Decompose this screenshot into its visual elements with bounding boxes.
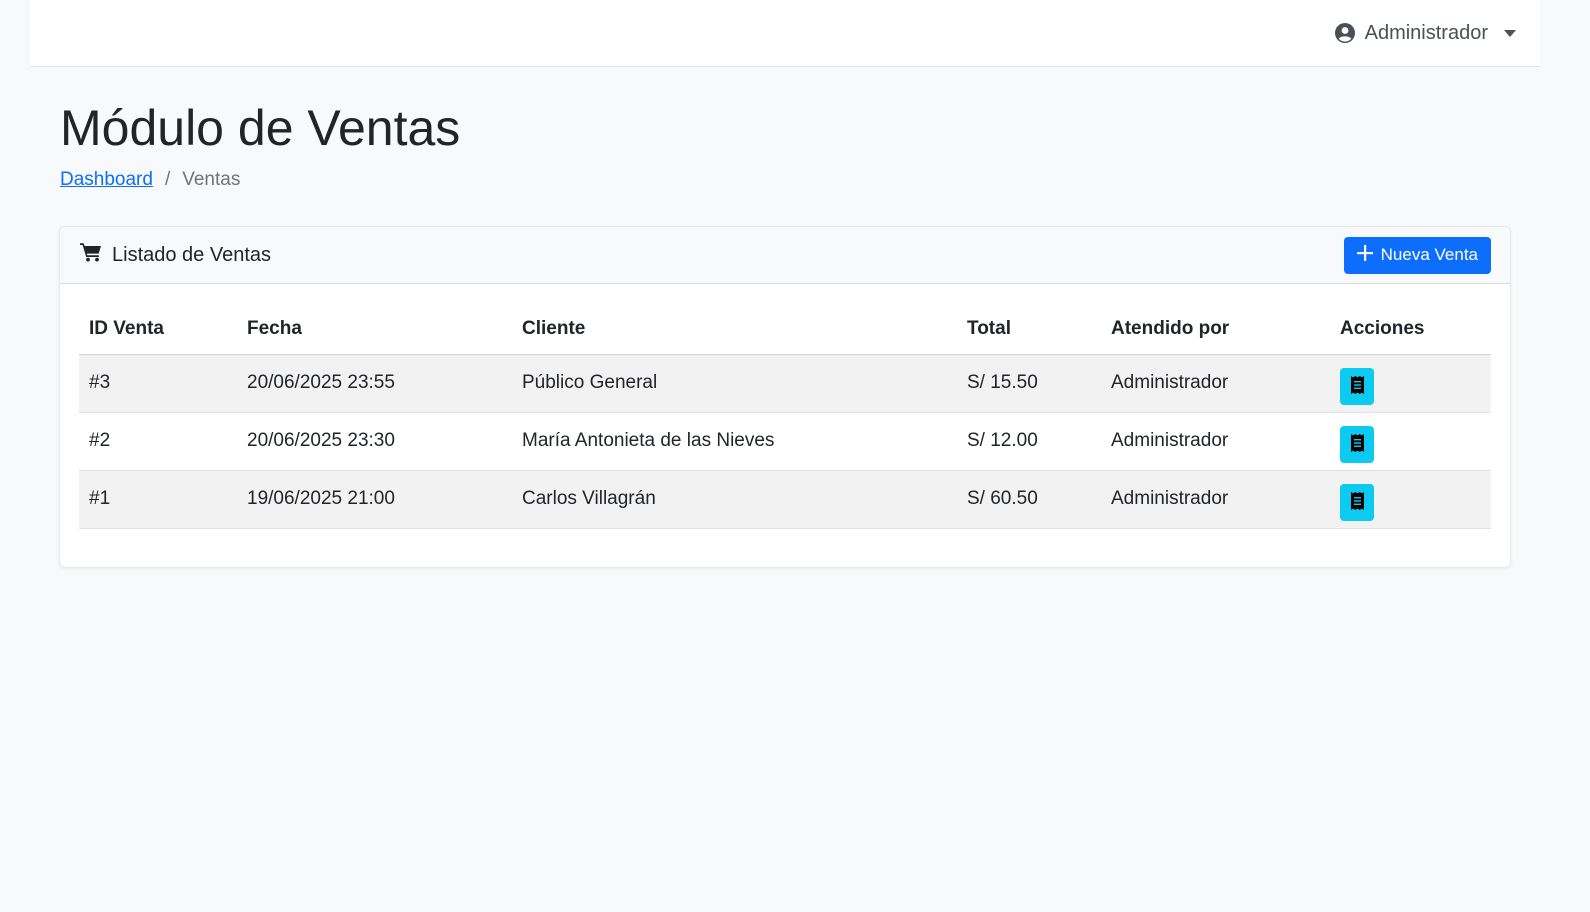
cell-atendido: Administrador xyxy=(1101,470,1330,529)
new-sale-label: Nueva Venta xyxy=(1380,245,1478,264)
cell-cliente: María Antonieta de las Nieves xyxy=(512,412,957,471)
column-header-fecha: Fecha xyxy=(237,304,512,355)
card-header: Listado de Ventas Nueva Venta xyxy=(60,227,1510,284)
table-row: #2 20/06/2025 23:30 María Antonieta de l… xyxy=(79,412,1491,471)
card-title-text: Listado de Ventas xyxy=(112,243,272,266)
user-menu-dropdown[interactable]: Administrador xyxy=(1334,20,1516,46)
column-header-acciones: Acciones xyxy=(1330,304,1491,355)
user-circle-icon xyxy=(1334,23,1355,43)
top-navbar: Administrador xyxy=(30,0,1540,67)
cell-total: S/ 12.00 xyxy=(957,412,1101,471)
receipt-icon xyxy=(1350,491,1364,513)
view-receipt-button[interactable] xyxy=(1340,367,1374,405)
column-header-id: ID Venta xyxy=(79,304,237,355)
cell-fecha: 20/06/2025 23:30 xyxy=(237,412,512,471)
cell-acciones xyxy=(1330,412,1491,471)
column-header-total: Total xyxy=(957,304,1101,355)
breadcrumb-separator: / xyxy=(164,169,171,190)
caret-down-icon xyxy=(1504,29,1516,37)
view-receipt-button[interactable] xyxy=(1340,483,1374,521)
breadcrumb-current: Ventas xyxy=(182,169,241,190)
column-header-atendido: Atendido por xyxy=(1101,304,1330,355)
cell-id: #1 xyxy=(79,470,237,529)
breadcrumb-dashboard-link[interactable]: Dashboard xyxy=(60,169,153,191)
breadcrumb: Dashboard / Ventas xyxy=(60,169,240,191)
table-container: ID Venta Fecha Cliente Total Atendido po… xyxy=(60,284,1510,529)
cell-cliente: Público General xyxy=(512,354,957,413)
plus-icon xyxy=(1356,244,1373,266)
cell-total: S/ 60.50 xyxy=(957,470,1101,529)
cell-id: #3 xyxy=(79,354,237,413)
table-row: #1 19/06/2025 21:00 Carlos Villagrán S/ … xyxy=(79,470,1491,529)
receipt-icon xyxy=(1350,375,1364,397)
sales-table: ID Venta Fecha Cliente Total Atendido po… xyxy=(79,304,1491,529)
cell-fecha: 20/06/2025 23:55 xyxy=(237,354,512,413)
sales-card: Listado de Ventas Nueva Venta ID Venta F… xyxy=(59,226,1511,568)
cell-total: S/ 15.50 xyxy=(957,354,1101,413)
cell-cliente: Carlos Villagrán xyxy=(512,470,957,529)
cell-atendido: Administrador xyxy=(1101,412,1330,471)
card-title: Listado de Ventas xyxy=(80,242,271,268)
cell-id: #2 xyxy=(79,412,237,471)
new-sale-button[interactable]: Nueva Venta xyxy=(1343,236,1491,274)
cell-fecha: 19/06/2025 21:00 xyxy=(237,470,512,529)
column-header-cliente: Cliente xyxy=(512,304,957,355)
view-receipt-button[interactable] xyxy=(1340,425,1374,463)
cell-acciones xyxy=(1330,354,1491,413)
cell-atendido: Administrador xyxy=(1101,354,1330,413)
user-name: Administrador xyxy=(1364,21,1488,44)
cell-acciones xyxy=(1330,470,1491,529)
table-row: #3 20/06/2025 23:55 Público General S/ 1… xyxy=(79,354,1491,413)
receipt-icon xyxy=(1350,433,1364,455)
page-title: Módulo de Ventas xyxy=(60,100,461,156)
table-header-row: ID Venta Fecha Cliente Total Atendido po… xyxy=(79,304,1491,355)
cart-icon xyxy=(80,242,102,268)
